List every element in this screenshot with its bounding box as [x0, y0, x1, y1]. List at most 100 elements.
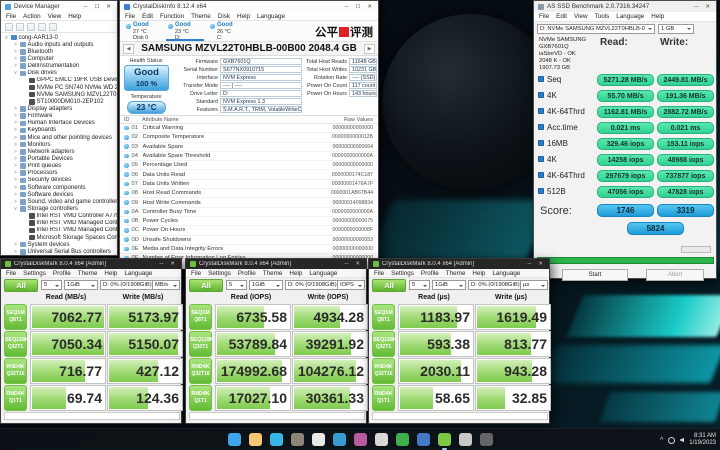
test-type-button[interactable]: SEQ128K Q32T1 [372, 331, 397, 357]
volume-icon[interactable] [680, 437, 685, 443]
menu-item[interactable]: File [374, 270, 384, 277]
run-count-select[interactable]: 5 [41, 280, 62, 290]
menu-item[interactable]: Theme [191, 13, 211, 20]
crystaldiskmark-titlebar[interactable]: CrystalDiskMark 8.0.4 x64 [Admin] ─ ✕ [186, 259, 366, 269]
menu-item[interactable]: Theme [263, 270, 283, 277]
all-button[interactable]: All [372, 279, 406, 292]
menu-item[interactable]: Function [160, 13, 184, 20]
menu-item[interactable]: Settings [23, 270, 46, 277]
smart-row[interactable]: 09 Host Write Commands 00000014098834 [120, 198, 378, 208]
taskbar-app-icon[interactable] [437, 433, 451, 450]
test-checkbox[interactable] [538, 188, 544, 194]
minimize-button[interactable]: ─ [525, 260, 533, 268]
taskbar-app-icon[interactable] [248, 433, 262, 446]
next-disk-button[interactable]: ▶ [364, 44, 375, 54]
test-checkbox[interactable] [538, 172, 544, 178]
menu-item[interactable]: Theme [446, 270, 466, 277]
menu-item[interactable]: Language [616, 13, 644, 20]
forward-icon[interactable] [16, 22, 24, 31]
device-tree-item[interactable]: > Monitors [1, 141, 117, 148]
drive-select[interactable]: D: NVMe SAMSUNG MZVL22T0HBLB-0 [537, 23, 655, 34]
device-manager-titlebar[interactable]: Device Manager ─ ☐ ✕ [1, 1, 117, 12]
tree-chevron-icon[interactable]: > [13, 192, 18, 198]
menu-item[interactable]: Language [257, 13, 285, 20]
test-size-select[interactable]: 1GiB [64, 280, 98, 290]
tree-chevron-icon[interactable]: > [13, 177, 18, 183]
test-checkbox[interactable] [538, 124, 544, 130]
maximize-button[interactable]: ☐ [353, 3, 362, 11]
menu-item[interactable]: File [6, 13, 16, 20]
tree-chevron-icon[interactable]: > [13, 199, 18, 205]
device-tree-item[interactable]: > Mice and other pointing devices [1, 134, 117, 141]
menu-item[interactable]: Action [23, 13, 41, 20]
scan-hardware-icon[interactable] [49, 22, 57, 31]
device-tree-item[interactable]: > Computer [1, 55, 117, 62]
health-status-box[interactable]: Good 100 % [124, 65, 169, 91]
menu-item[interactable]: View [574, 13, 588, 20]
disk-tab[interactable]: Good 26 °C C: [208, 21, 250, 41]
menu-item[interactable]: Theme [78, 270, 98, 277]
menu-item[interactable]: Help [104, 270, 117, 277]
device-tree-item[interactable]: Intel RST VMD Controller A77F [1, 213, 117, 220]
device-tree-item[interactable]: > Processors [1, 170, 117, 177]
device-tree-item[interactable]: > System devices [1, 241, 117, 248]
device-tree-item[interactable]: > Display adapters [1, 105, 117, 112]
device-tree-item[interactable]: > DellInstrumentation [1, 63, 117, 70]
taskbar-app-icon[interactable] [311, 433, 325, 446]
all-button[interactable]: All [4, 279, 38, 292]
test-size-select[interactable]: 1 GB [658, 23, 694, 34]
device-tree-item[interactable]: > Firmware [1, 113, 117, 120]
device-tree-item[interactable]: Intel RST VMD Managed Controller 09AB [1, 227, 117, 234]
tree-chevron-icon[interactable]: > [13, 170, 18, 176]
device-tree-item[interactable]: ST10000DM010-2EP102 [1, 98, 117, 105]
crystaldiskmark-titlebar[interactable]: CrystalDiskMark 8.0.4 x64 [Admin] ─ ✕ [1, 259, 181, 269]
tree-chevron-icon[interactable]: > [13, 127, 18, 133]
smart-row[interactable]: 07 Data Units Written 00000001476A7F [120, 180, 378, 190]
menu-item[interactable]: Help [651, 13, 664, 20]
tree-chevron-icon[interactable]: > [13, 142, 18, 148]
tree-chevron-icon[interactable]: > [13, 106, 18, 112]
test-checkbox[interactable] [538, 76, 544, 82]
unit-select[interactable]: µs [520, 280, 548, 290]
device-tree-item[interactable]: > Portable Devices [1, 155, 117, 162]
test-checkbox[interactable] [538, 140, 544, 146]
device-tree-item[interactable]: GPPC EMLC 19FK USB Device [1, 77, 117, 84]
start-button[interactable]: Start [562, 269, 628, 281]
tree-chevron-icon[interactable]: > [13, 42, 18, 48]
menu-item[interactable]: Help [68, 13, 81, 20]
abort-button[interactable]: Abort [646, 269, 704, 281]
close-button[interactable]: ✕ [104, 3, 113, 11]
menu-item[interactable]: Help [289, 270, 302, 277]
menu-item[interactable]: Help [237, 13, 250, 20]
smart-row[interactable]: 0C Power On Hours 0000000000008F [120, 226, 378, 236]
test-type-button[interactable]: RND4K Q1T1 [189, 385, 212, 411]
smart-row[interactable]: 0E Media and Data Integrity Errors 00000… [120, 245, 378, 255]
device-tree-item[interactable]: v Disk drives [1, 70, 117, 77]
as-ssd-titlebar[interactable]: AS SSD Benchmark 2.0.7316.34247 ─ ✕ [534, 1, 716, 12]
test-type-button[interactable]: SEQ1M Q8T1 [372, 304, 395, 330]
test-checkbox[interactable] [538, 108, 544, 114]
minimize-button[interactable]: ─ [692, 3, 700, 11]
menu-item[interactable]: Tools [595, 13, 610, 20]
crystaldiskinfo-titlebar[interactable]: CrystalDiskInfo 8.12.4 x64 ─ ☐ ✕ [120, 1, 378, 12]
taskbar-app-icon[interactable] [290, 433, 304, 446]
tree-chevron-icon[interactable]: > [13, 242, 18, 248]
close-button[interactable]: ✕ [365, 3, 374, 11]
run-count-select[interactable]: 5 [226, 280, 247, 290]
device-tree-item[interactable]: NVMe SAMSUNG MZVL22T0HBLB-00B00 [1, 91, 117, 98]
test-type-button[interactable]: RND4K Q1T1 [372, 385, 395, 411]
device-tree-item[interactable]: > Security devices [1, 177, 117, 184]
device-tree-item[interactable]: > Software devices [1, 191, 117, 198]
crystaldiskmark-titlebar[interactable]: CrystalDiskMark 8.0.4 x64 [Admin] ─ ✕ [369, 259, 549, 269]
menu-item[interactable]: Language [124, 270, 152, 277]
test-size-select[interactable]: 1GiB [432, 280, 466, 290]
menu-item[interactable]: Profile [421, 270, 439, 277]
menu-item[interactable]: Settings [391, 270, 414, 277]
device-tree-item[interactable]: > Sound, video and game controllers [1, 198, 117, 205]
tree-chevron-icon[interactable]: > [13, 163, 18, 169]
device-tree-item[interactable]: > Print queues [1, 163, 117, 170]
taskbar-app-icon[interactable] [416, 433, 430, 446]
device-tree-item[interactable]: > Network adapters [1, 148, 117, 155]
taskbar-app-icon[interactable] [458, 433, 472, 446]
unit-select[interactable]: MB/s [152, 280, 180, 290]
